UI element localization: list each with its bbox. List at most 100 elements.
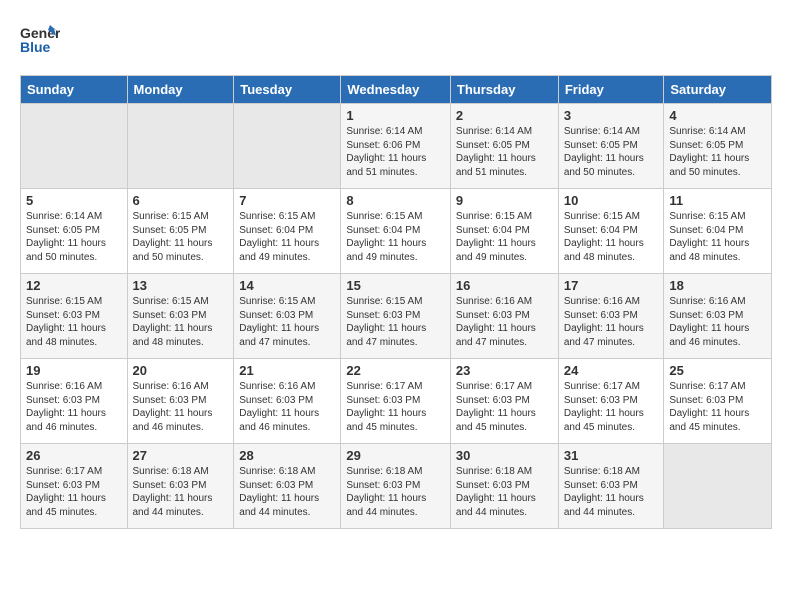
cell-data: Sunrise: 6:14 AM Sunset: 6:05 PM Dayligh… (456, 125, 553, 179)
day-number: 19 (26, 363, 122, 378)
calendar-cell: 2 Sunrise: 6:14 AM Sunset: 6:05 PM Daylig… (450, 104, 558, 189)
calendar-cell: 21 Sunrise: 6:16 AM Sunset: 6:03 PM Dayli… (234, 359, 341, 444)
calendar-cell: 19 Sunrise: 6:16 AM Sunset: 6:03 PM Dayli… (21, 359, 128, 444)
calendar-cell (127, 104, 234, 189)
cell-data: Sunrise: 6:15 AM Sunset: 6:03 PM Dayligh… (26, 295, 122, 349)
day-number: 23 (456, 363, 553, 378)
calendar-cell: 24Sunrise: 6:17 AM Sunset: 6:03 PM Dayli… (558, 359, 664, 444)
cell-data: Sunrise: 6:18 AM Sunset: 6:03 PM Dayligh… (564, 465, 659, 519)
cell-data: Sunrise: 6:16 AM Sunset: 6:03 PM Dayligh… (133, 380, 229, 434)
calendar-cell: 7Sunrise: 6:15 AM Sunset: 6:04 PM Daylig… (234, 189, 341, 274)
column-header-tuesday: Tuesday (234, 76, 341, 104)
cell-data: Sunrise: 6:16 AM Sunset: 6:03 PM Dayligh… (564, 295, 659, 349)
calendar-cell: 8 Sunrise: 6:15 AM Sunset: 6:04 PM Daylig… (341, 189, 451, 274)
day-number: 21 (239, 363, 335, 378)
calendar-cell (21, 104, 128, 189)
cell-data: Sunrise: 6:17 AM Sunset: 6:03 PM Dayligh… (669, 380, 766, 434)
day-number: 22 (346, 363, 445, 378)
day-number: 11 (669, 193, 766, 208)
day-number: 5 (26, 193, 122, 208)
calendar-cell: 25Sunrise: 6:17 AM Sunset: 6:03 PM Dayli… (664, 359, 772, 444)
calendar-cell: 5Sunrise: 6:14 AM Sunset: 6:05 PM Daylig… (21, 189, 128, 274)
day-number: 9 (456, 193, 553, 208)
day-number: 30 (456, 448, 553, 463)
day-number: 6 (133, 193, 229, 208)
day-number: 16 (456, 278, 553, 293)
calendar-cell: 13 Sunrise: 6:15 AM Sunset: 6:03 PM Dayli… (127, 274, 234, 359)
column-header-sunday: Sunday (21, 76, 128, 104)
day-number: 13 (133, 278, 229, 293)
calendar-cell: 12 Sunrise: 6:15 AM Sunset: 6:03 PM Dayli… (21, 274, 128, 359)
cell-data: Sunrise: 6:15 AM Sunset: 6:04 PM Dayligh… (669, 210, 766, 264)
calendar-header-row: SundayMondayTuesdayWednesdayThursdayFrid… (21, 76, 772, 104)
svg-text:Blue: Blue (20, 39, 51, 55)
calendar-cell: 10 Sunrise: 6:15 AM Sunset: 6:04 PM Dayli… (558, 189, 664, 274)
cell-data: Sunrise: 6:18 AM Sunset: 6:03 PM Dayligh… (456, 465, 553, 519)
calendar-cell: 31 Sunrise: 6:18 AM Sunset: 6:03 PM Dayli… (558, 444, 664, 529)
calendar-cell: 17 Sunrise: 6:16 AM Sunset: 6:03 PM Dayli… (558, 274, 664, 359)
calendar-week-4: 19 Sunrise: 6:16 AM Sunset: 6:03 PM Dayli… (21, 359, 772, 444)
logo-icon: General Blue (20, 20, 60, 65)
cell-data: Sunrise: 6:18 AM Sunset: 6:03 PM Dayligh… (239, 465, 335, 519)
day-number: 28 (239, 448, 335, 463)
logo: General Blue (20, 20, 60, 65)
calendar-cell (234, 104, 341, 189)
cell-data: Sunrise: 6:15 AM Sunset: 6:03 PM Dayligh… (133, 295, 229, 349)
cell-data: Sunrise: 6:17 AM Sunset: 6:03 PM Dayligh… (564, 380, 659, 434)
cell-data: Sunrise: 6:14 AM Sunset: 6:05 PM Dayligh… (669, 125, 766, 179)
calendar-cell: 11 Sunrise: 6:15 AM Sunset: 6:04 PM Dayli… (664, 189, 772, 274)
calendar-cell: 3 Sunrise: 6:14 AM Sunset: 6:05 PM Daylig… (558, 104, 664, 189)
day-number: 17 (564, 278, 659, 293)
cell-data: Sunrise: 6:17 AM Sunset: 6:03 PM Dayligh… (456, 380, 553, 434)
cell-data: Sunrise: 6:18 AM Sunset: 6:03 PM Dayligh… (133, 465, 229, 519)
day-number: 8 (346, 193, 445, 208)
calendar-week-3: 12 Sunrise: 6:15 AM Sunset: 6:03 PM Dayli… (21, 274, 772, 359)
day-number: 7 (239, 193, 335, 208)
cell-data: Sunrise: 6:15 AM Sunset: 6:04 PM Dayligh… (346, 210, 445, 264)
day-number: 26 (26, 448, 122, 463)
cell-data: Sunrise: 6:14 AM Sunset: 6:05 PM Dayligh… (564, 125, 659, 179)
cell-data: Sunrise: 6:15 AM Sunset: 6:04 PM Dayligh… (456, 210, 553, 264)
calendar-cell: 18 Sunrise: 6:16 AM Sunset: 6:03 PM Dayli… (664, 274, 772, 359)
cell-data: Sunrise: 6:14 AM Sunset: 6:06 PM Dayligh… (346, 125, 445, 179)
calendar-cell: 23 Sunrise: 6:17 AM Sunset: 6:03 PM Dayli… (450, 359, 558, 444)
column-header-wednesday: Wednesday (341, 76, 451, 104)
column-header-saturday: Saturday (664, 76, 772, 104)
calendar-week-2: 5Sunrise: 6:14 AM Sunset: 6:05 PM Daylig… (21, 189, 772, 274)
cell-data: Sunrise: 6:15 AM Sunset: 6:03 PM Dayligh… (239, 295, 335, 349)
day-number: 12 (26, 278, 122, 293)
column-header-monday: Monday (127, 76, 234, 104)
calendar-week-5: 26Sunrise: 6:17 AM Sunset: 6:03 PM Dayli… (21, 444, 772, 529)
calendar-cell: 16 Sunrise: 6:16 AM Sunset: 6:03 PM Dayli… (450, 274, 558, 359)
cell-data: Sunrise: 6:15 AM Sunset: 6:05 PM Dayligh… (133, 210, 229, 264)
cell-data: Sunrise: 6:17 AM Sunset: 6:03 PM Dayligh… (346, 380, 445, 434)
calendar-cell: 1 Sunrise: 6:14 AM Sunset: 6:06 PM Daylig… (341, 104, 451, 189)
cell-data: Sunrise: 6:15 AM Sunset: 6:03 PM Dayligh… (346, 295, 445, 349)
day-number: 10 (564, 193, 659, 208)
calendar-cell: 6 Sunrise: 6:15 AM Sunset: 6:05 PM Daylig… (127, 189, 234, 274)
cell-data: Sunrise: 6:16 AM Sunset: 6:03 PM Dayligh… (239, 380, 335, 434)
calendar-cell: 22 Sunrise: 6:17 AM Sunset: 6:03 PM Dayli… (341, 359, 451, 444)
day-number: 29 (346, 448, 445, 463)
calendar-cell: 14Sunrise: 6:15 AM Sunset: 6:03 PM Dayli… (234, 274, 341, 359)
calendar-cell: 9 Sunrise: 6:15 AM Sunset: 6:04 PM Daylig… (450, 189, 558, 274)
day-number: 18 (669, 278, 766, 293)
calendar-cell: 27Sunrise: 6:18 AM Sunset: 6:03 PM Dayli… (127, 444, 234, 529)
day-number: 31 (564, 448, 659, 463)
cell-data: Sunrise: 6:16 AM Sunset: 6:03 PM Dayligh… (456, 295, 553, 349)
calendar-cell: 29Sunrise: 6:18 AM Sunset: 6:03 PM Dayli… (341, 444, 451, 529)
day-number: 4 (669, 108, 766, 123)
cell-data: Sunrise: 6:15 AM Sunset: 6:04 PM Dayligh… (564, 210, 659, 264)
day-number: 1 (346, 108, 445, 123)
cell-data: Sunrise: 6:16 AM Sunset: 6:03 PM Dayligh… (26, 380, 122, 434)
calendar-week-1: 1 Sunrise: 6:14 AM Sunset: 6:06 PM Daylig… (21, 104, 772, 189)
day-number: 3 (564, 108, 659, 123)
cell-data: Sunrise: 6:16 AM Sunset: 6:03 PM Dayligh… (669, 295, 766, 349)
calendar-cell (664, 444, 772, 529)
day-number: 20 (133, 363, 229, 378)
calendar-cell: 15 Sunrise: 6:15 AM Sunset: 6:03 PM Dayli… (341, 274, 451, 359)
day-number: 15 (346, 278, 445, 293)
day-number: 2 (456, 108, 553, 123)
calendar-cell: 30 Sunrise: 6:18 AM Sunset: 6:03 PM Dayli… (450, 444, 558, 529)
calendar-cell: 20 Sunrise: 6:16 AM Sunset: 6:03 PM Dayli… (127, 359, 234, 444)
